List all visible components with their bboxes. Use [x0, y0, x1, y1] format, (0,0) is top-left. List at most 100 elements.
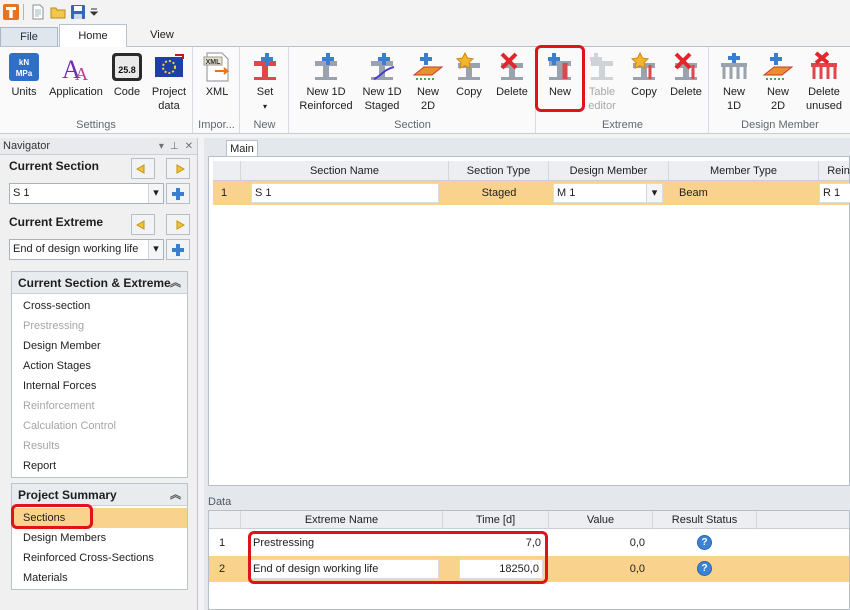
chevron-down-icon[interactable]: ▾	[148, 240, 163, 259]
code-button[interactable]: 25.8 Code	[110, 51, 144, 99]
nav-item-sections[interactable]: Sections	[12, 508, 187, 528]
new-1d-reinforced-button[interactable]: New 1D Reinforced	[296, 51, 356, 113]
application-button[interactable]: AA Application	[46, 51, 106, 99]
column-header-section-type[interactable]: Section Type	[449, 161, 549, 181]
app-logo-icon[interactable]	[2, 3, 20, 21]
table-row[interactable]: 1 Prestressing 7,0 0,0 ?	[209, 530, 849, 556]
code-label: Code	[113, 86, 141, 98]
reinforcement-cell[interactable]: R 1	[819, 183, 850, 203]
section-type-cell[interactable]: Staged	[449, 181, 549, 205]
close-icon[interactable]: ✕	[185, 141, 193, 152]
tab-home[interactable]: Home	[59, 24, 127, 47]
copy-section-button[interactable]: Copy	[450, 51, 488, 99]
current-section-combo[interactable]: S 1 ▾	[9, 183, 164, 204]
section-name-cell[interactable]: S 1	[251, 183, 439, 203]
add-section-button[interactable]	[166, 183, 190, 204]
nav-item-design-member[interactable]: Design Member	[12, 336, 187, 356]
new-1d-member-button[interactable]: New 1D	[714, 51, 754, 113]
result-status-cell[interactable]: ?	[697, 561, 712, 577]
open-folder-icon[interactable]	[49, 3, 67, 21]
design-member-combo[interactable]: M 1 ▾	[553, 183, 663, 203]
project-data-button[interactable]: Project data	[148, 51, 190, 113]
delete-section-button[interactable]: Delete	[492, 51, 532, 99]
new-document-icon[interactable]	[29, 3, 47, 21]
column-header-time[interactable]: Time [d]	[443, 511, 549, 529]
nav-item-cross-section[interactable]: Cross-section	[12, 296, 187, 316]
column-header-reinforcement[interactable]: Rein	[819, 161, 850, 181]
new-1d-staged-button[interactable]: New 1D Staged	[360, 51, 404, 113]
next-extreme-button[interactable]	[166, 214, 190, 235]
project-summary-panel: Project Summary ︽ Sections Design Member…	[11, 483, 188, 590]
dropdown-arrow-icon[interactable]: ▾	[159, 141, 164, 152]
tab-file[interactable]: File	[0, 27, 58, 46]
column-header-result-status[interactable]: Result Status	[653, 511, 757, 529]
column-header-extreme-name[interactable]: Extreme Name	[241, 511, 443, 529]
new-2d-section-label-2: 2D	[420, 100, 436, 112]
new-2d-section-icon	[412, 53, 444, 80]
arrow-right-icon	[176, 163, 185, 174]
table-row[interactable]: 2 End of design working life 18250,0 0,0…	[209, 556, 849, 582]
new-1d-staged-label-2: Staged	[364, 100, 400, 112]
row-number: 1	[219, 537, 226, 549]
column-header-member-type[interactable]: Member Type	[669, 161, 819, 181]
time-cell[interactable]: 7,0	[453, 530, 541, 556]
extremes-grid: Extreme Name Time [d] Value Result Statu…	[208, 510, 850, 610]
delete-section-label: Delete	[496, 86, 528, 98]
nav-item-results[interactable]: Results	[12, 436, 187, 456]
navigator-panel: Navigator ▾ ⊥ ✕ Current Section S 1 ▾ Cu…	[0, 138, 198, 610]
nav-item-design-members[interactable]: Design Members	[12, 528, 187, 548]
collapse-icon[interactable]: ︽	[170, 484, 181, 506]
ribbon-group-import: XML XML Impor...	[194, 47, 240, 133]
nav-item-report[interactable]: Report	[12, 456, 187, 476]
chevron-down-icon[interactable]: ▾	[646, 184, 662, 202]
new-2d-section-button[interactable]: New 2D	[408, 51, 448, 113]
nav-item-reinforced-cross-sections[interactable]: Reinforced Cross-Sections	[12, 548, 187, 568]
new-extreme-button[interactable]: New	[541, 51, 579, 99]
time-cell[interactable]: 18250,0	[459, 559, 543, 579]
set-dropdown-button[interactable]: Set ▾	[245, 51, 285, 114]
current-extreme-combo[interactable]: End of design working life ▾	[9, 239, 164, 260]
new-extreme-label: New	[548, 86, 571, 98]
table-row[interactable]: 1 S 1 Staged M 1 ▾ Beam R 1	[213, 181, 850, 205]
grid-header: Section Name Section Type Design Member …	[213, 161, 850, 181]
plus-icon	[172, 243, 184, 256]
xml-button[interactable]: XML XML	[198, 51, 236, 99]
column-header-value[interactable]: Value	[549, 511, 653, 529]
column-header-section-name[interactable]: Section Name	[241, 161, 449, 181]
panel-header[interactable]: Project Summary ︽	[12, 484, 187, 506]
panel-header[interactable]: Current Section & Extreme ︽	[12, 272, 187, 294]
previous-section-button[interactable]	[131, 158, 155, 179]
next-section-button[interactable]	[166, 158, 190, 179]
copy-extreme-button[interactable]: Copy	[625, 51, 663, 99]
pin-icon[interactable]: ⊥	[170, 141, 179, 152]
help-icon[interactable]: ?	[697, 561, 712, 576]
member-type-cell[interactable]: Beam	[679, 181, 809, 205]
nav-item-calculation-control[interactable]: Calculation Control	[12, 416, 187, 436]
nav-item-prestressing[interactable]: Prestressing	[12, 316, 187, 336]
tab-view[interactable]: View	[134, 24, 190, 46]
row-number-header	[209, 511, 241, 529]
table-editor-button[interactable]: Table editor	[583, 51, 621, 113]
extreme-name-cell[interactable]: End of design working life	[249, 559, 439, 579]
tab-main[interactable]: Main	[226, 140, 258, 157]
column-header-design-member[interactable]: Design Member	[549, 161, 669, 181]
current-extreme-title: Current Extreme	[9, 215, 104, 229]
nav-item-action-stages[interactable]: Action Stages	[12, 356, 187, 376]
collapse-icon[interactable]: ︽	[170, 272, 181, 294]
nav-item-internal-forces[interactable]: Internal Forces	[12, 376, 187, 396]
new-2d-section-label-1: New	[416, 86, 439, 98]
add-extreme-button[interactable]	[166, 239, 190, 260]
customize-toolbar-icon[interactable]	[89, 3, 99, 21]
new-2d-member-button[interactable]: New 2D	[758, 51, 798, 113]
extreme-name-cell[interactable]: Prestressing	[253, 530, 443, 556]
save-icon[interactable]	[69, 3, 87, 21]
delete-unused-members-button[interactable]: Delete unused	[802, 51, 846, 113]
nav-item-reinforcement[interactable]: Reinforcement	[12, 396, 187, 416]
chevron-down-icon[interactable]: ▾	[148, 184, 163, 203]
delete-extreme-button[interactable]: Delete	[667, 51, 705, 99]
help-icon[interactable]: ?	[697, 535, 712, 550]
nav-item-materials[interactable]: Materials	[12, 568, 187, 588]
result-status-cell[interactable]: ?	[697, 535, 712, 551]
units-button[interactable]: kN MPa Units	[6, 51, 42, 99]
previous-extreme-button[interactable]	[131, 214, 155, 235]
